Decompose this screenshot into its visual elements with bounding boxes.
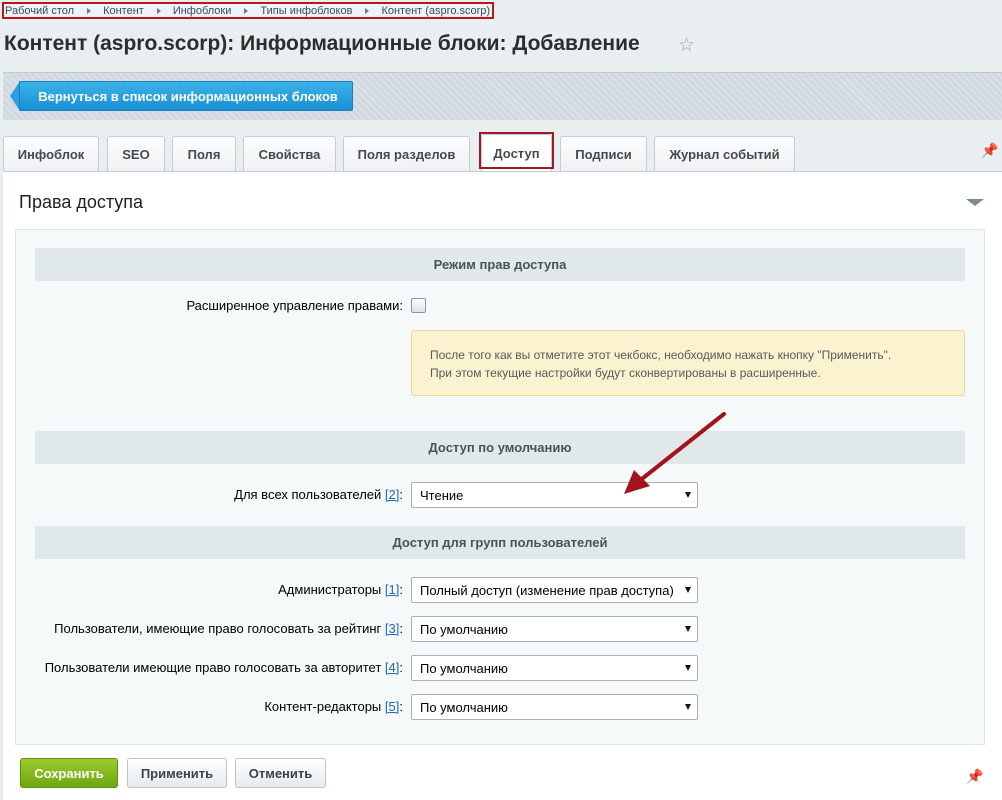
group-row-label: Пользователи имеющие право голосовать за…: [44, 660, 403, 675]
breadcrumb-separator-icon: [365, 7, 370, 14]
group-head-default: Доступ по умолчанию: [35, 431, 965, 464]
tab-seo[interactable]: SEO: [107, 136, 165, 171]
annotation-arrow-icon: [624, 412, 726, 494]
select-value: По умолчанию: [420, 699, 508, 715]
group-row-label: Администраторы [1]:: [278, 582, 403, 597]
group-row-label: Пользователи, имеющие право голосовать з…: [54, 621, 403, 636]
breadcrumb-item-iblock-types[interactable]: Типы инфоблоков: [260, 5, 352, 17]
breadcrumb-separator-icon: [156, 7, 161, 14]
row-label-text: Для всех пользователей: [234, 487, 382, 502]
row-ref-link[interactable]: [1]: [385, 582, 399, 597]
breadcrumb-item-iblocks[interactable]: Инфоблоки: [173, 5, 232, 17]
tab-section-fields[interactable]: Поля разделов: [343, 136, 470, 171]
star-icon[interactable]: ☆: [678, 34, 695, 57]
breadcrumb-item-current[interactable]: Контент (aspro.scorp): [381, 5, 490, 17]
chevron-down-icon: [685, 587, 691, 593]
notice-box: После того как вы отметите этот чекбокс,…: [411, 330, 965, 396]
notice-line: При этом текущие настройки будут сконвер…: [430, 366, 821, 380]
all-users-label: Для всех пользователей [2]:: [234, 487, 403, 502]
breadcrumb: Рабочий стол Контент Инфоблоки Типы инфо…: [2, 2, 495, 19]
group-select-content-editors[interactable]: По умолчанию: [411, 694, 698, 720]
cancel-button[interactable]: Отменить: [235, 758, 326, 788]
select-value: По умолчанию: [420, 621, 508, 637]
pin-icon[interactable]: 📌: [966, 768, 983, 785]
group-row-label: Контент-редакторы [5]:: [264, 699, 403, 714]
extended-rights-label: Расширенное управление правами:: [186, 298, 403, 313]
row-label-text: Пользователи имеющие право голосовать за…: [44, 660, 382, 675]
select-value: По умолчанию: [420, 660, 508, 676]
save-button[interactable]: Сохранить: [20, 758, 118, 788]
breadcrumb-item-content[interactable]: Контент: [103, 5, 144, 17]
group-select-authority-voters[interactable]: По умолчанию: [411, 655, 698, 681]
chevron-down-icon[interactable]: [966, 199, 984, 206]
tab-event-log[interactable]: Журнал событий: [654, 136, 795, 171]
tab-access-highlight: [479, 132, 554, 169]
section-title: Права доступа: [19, 192, 144, 212]
extended-rights-checkbox[interactable]: [411, 298, 426, 313]
row-ref-link[interactable]: [4]: [385, 660, 399, 675]
group-select-admins[interactable]: Полный доступ (изменение прав доступа): [411, 577, 698, 603]
chevron-down-icon: [685, 704, 691, 710]
row-label-text: Администраторы: [278, 582, 382, 597]
chevron-down-icon: [685, 665, 691, 671]
select-value: Полный доступ (изменение прав доступа): [420, 582, 674, 598]
tab-iblock[interactable]: Инфоблок: [3, 136, 99, 171]
chevron-down-icon: [685, 626, 691, 632]
tab-captions[interactable]: Подписи: [560, 136, 647, 171]
breadcrumb-item-desktop[interactable]: Рабочий стол: [5, 5, 74, 17]
group-head-user-groups: Доступ для групп пользователей: [35, 526, 965, 559]
row-ref-link[interactable]: [3]: [385, 621, 399, 636]
tab-fields[interactable]: Поля: [172, 136, 236, 171]
tab-properties[interactable]: Свойства: [243, 136, 336, 171]
notice-line: После того как вы отметите этот чекбокс,…: [430, 348, 892, 362]
group-head-mode: Режим прав доступа: [35, 248, 965, 281]
row-label-text: Пользователи, имеющие право голосовать з…: [54, 621, 382, 636]
apply-button[interactable]: Применить: [127, 758, 227, 788]
group-select-rating-voters[interactable]: По умолчанию: [411, 616, 698, 642]
back-to-list-button[interactable]: Вернуться в список информационных блоков: [19, 81, 353, 111]
row-label-text: Контент-редакторы: [264, 699, 382, 714]
row-ref-link[interactable]: [5]: [385, 699, 399, 714]
breadcrumb-separator-icon: [244, 7, 249, 14]
pin-icon[interactable]: 📌: [981, 142, 998, 159]
row-ref-link[interactable]: [2]: [385, 487, 399, 502]
select-value: Чтение: [420, 487, 464, 503]
breadcrumb-separator-icon: [87, 7, 92, 14]
page-title: Контент (aspro.scorp): Информационные бл…: [4, 32, 640, 55]
